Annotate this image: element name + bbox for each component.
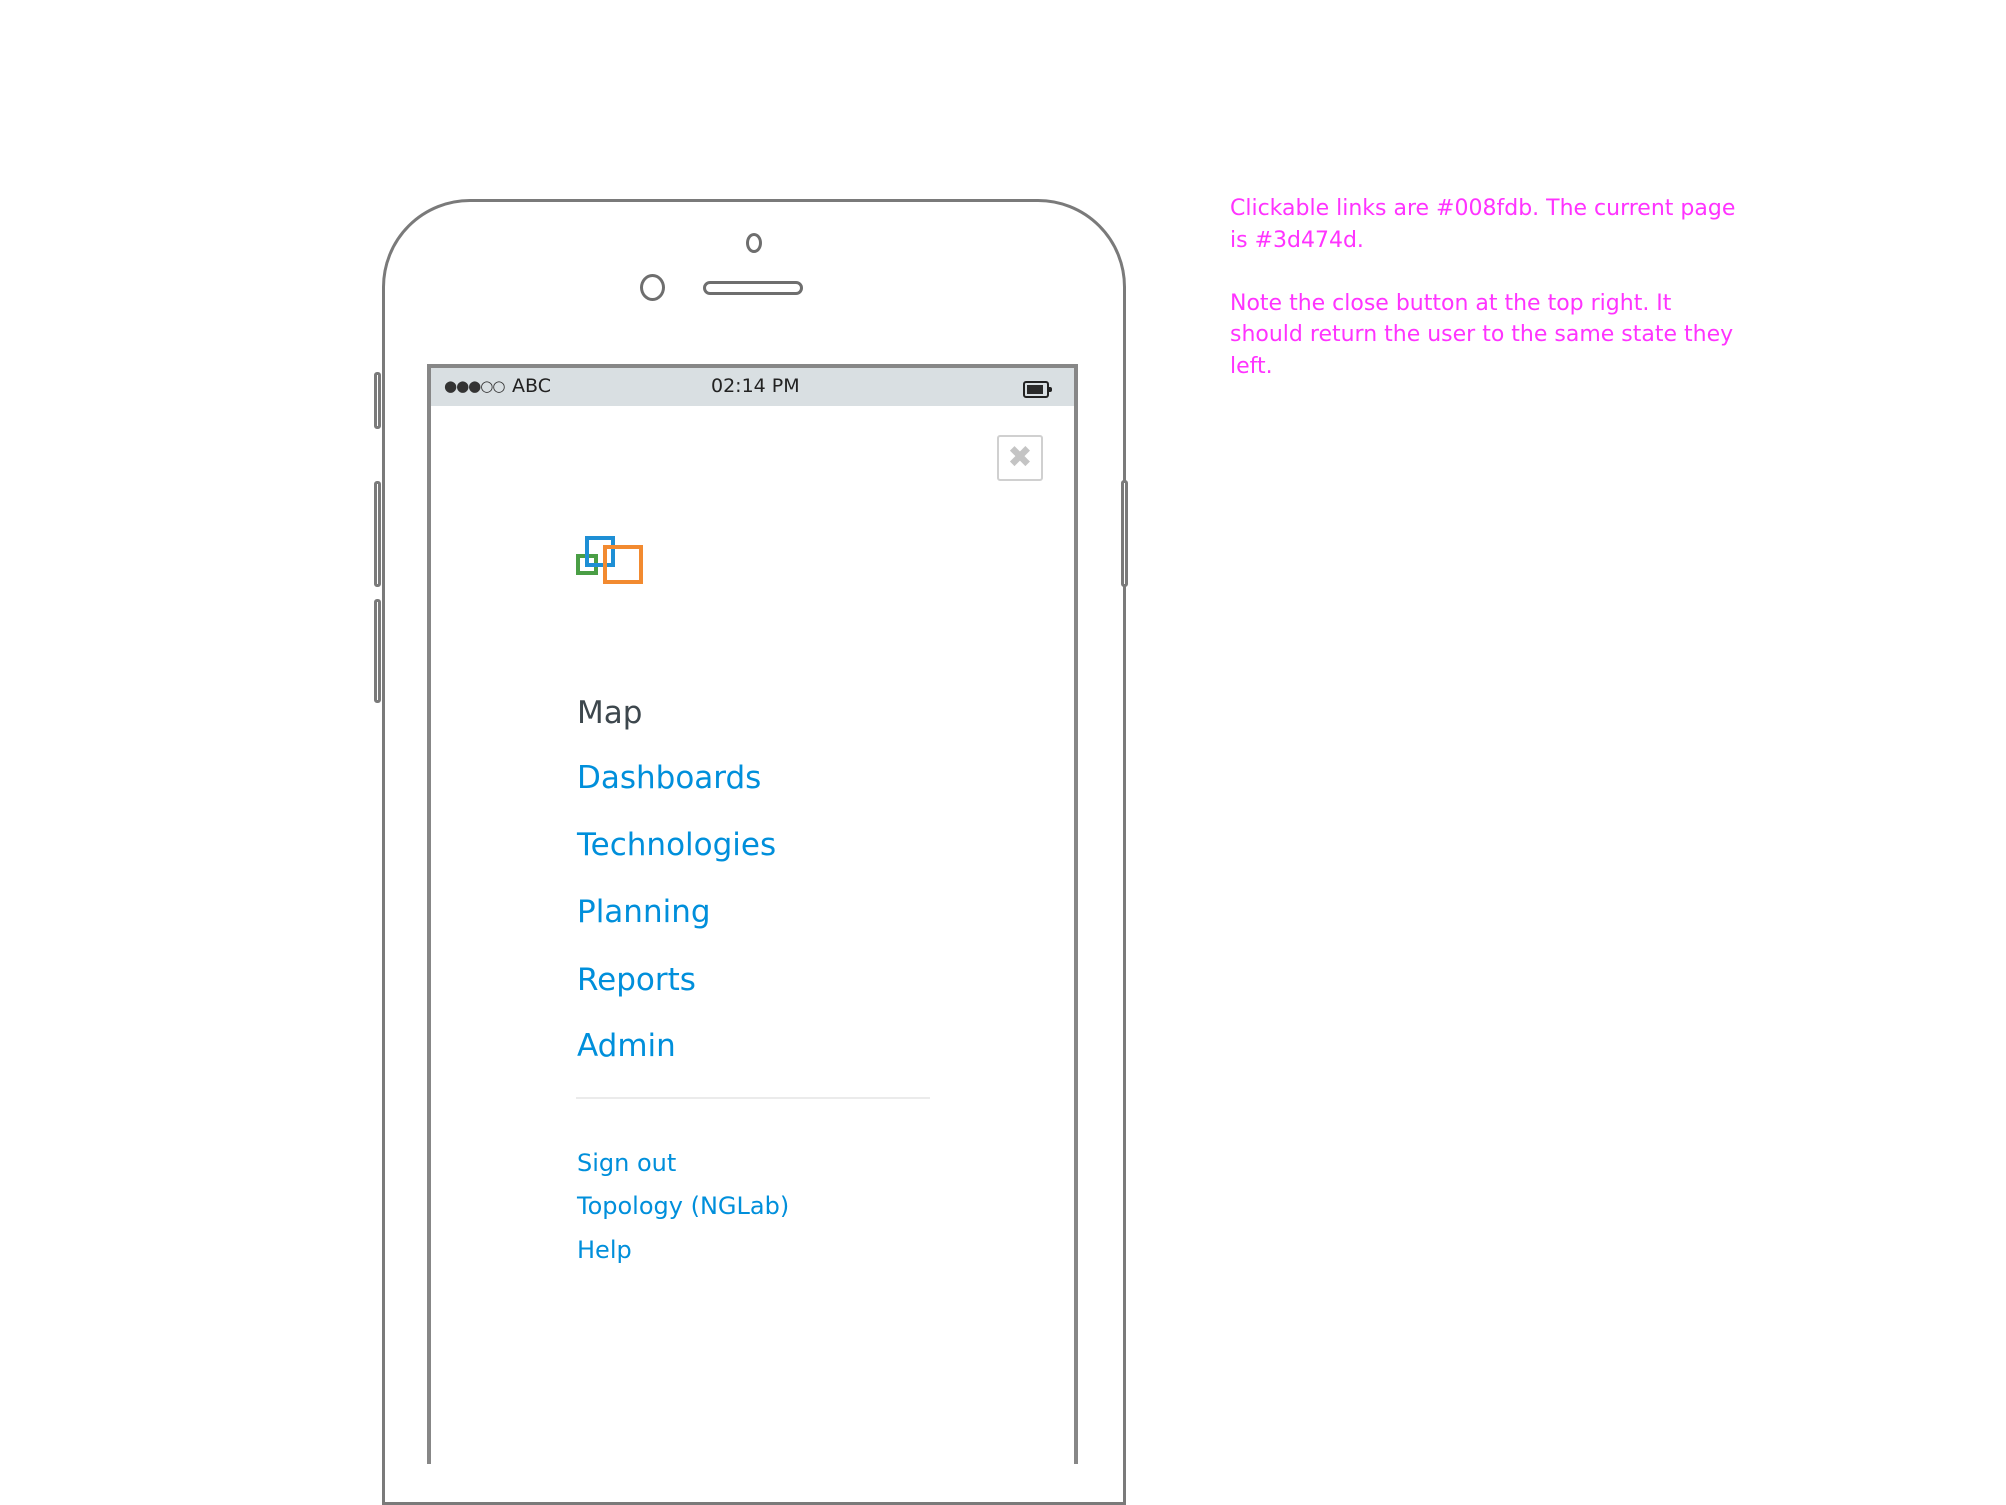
- battery-icon: [1023, 381, 1052, 398]
- status-time: 02:14 PM: [711, 375, 800, 397]
- phone-screen: ●●●○○ ABC 02:14 PM ✖ Map Dashboards Tech…: [427, 364, 1078, 1464]
- sign-out-link[interactable]: Sign out: [577, 1151, 676, 1175]
- annotation-close-button: Note the close button at the top right. …: [1230, 290, 1734, 379]
- carrier-name: ABC: [512, 375, 551, 397]
- signal-strength-icon: ●●●○○: [444, 377, 505, 395]
- menu-divider: [576, 1097, 930, 1099]
- annotation-link-colors: Clickable links are #008fdb. The current…: [1230, 196, 1736, 253]
- menu-item-map[interactable]: Map: [577, 698, 642, 729]
- phone-volume-up-button: [374, 481, 381, 587]
- phone-volume-down-button: [374, 599, 381, 703]
- menu-item-technologies[interactable]: Technologies: [577, 830, 776, 861]
- phone-power-button: [1121, 480, 1128, 587]
- status-bar: ●●●○○ ABC 02:14 PM: [431, 368, 1074, 406]
- menu-item-admin[interactable]: Admin: [577, 1031, 676, 1062]
- battery-nub: [1049, 387, 1052, 392]
- app-logo: [576, 536, 648, 588]
- topology-link[interactable]: Topology (NGLab): [577, 1194, 789, 1218]
- design-annotation: Clickable links are #008fdb. The current…: [1230, 193, 1750, 414]
- menu-item-planning[interactable]: Planning: [577, 897, 711, 928]
- menu-item-reports[interactable]: Reports: [577, 965, 696, 996]
- help-link[interactable]: Help: [577, 1238, 632, 1262]
- phone-sensor-icon: [640, 274, 665, 301]
- logo-orange-square: [603, 545, 643, 584]
- battery-level: [1027, 385, 1043, 394]
- phone-camera-icon: [746, 233, 762, 253]
- close-button[interactable]: ✖: [997, 435, 1043, 481]
- phone-speaker: [703, 281, 803, 295]
- phone-mute-switch: [374, 372, 381, 429]
- menu-item-dashboards[interactable]: Dashboards: [577, 763, 761, 794]
- close-icon: ✖: [1007, 440, 1033, 475]
